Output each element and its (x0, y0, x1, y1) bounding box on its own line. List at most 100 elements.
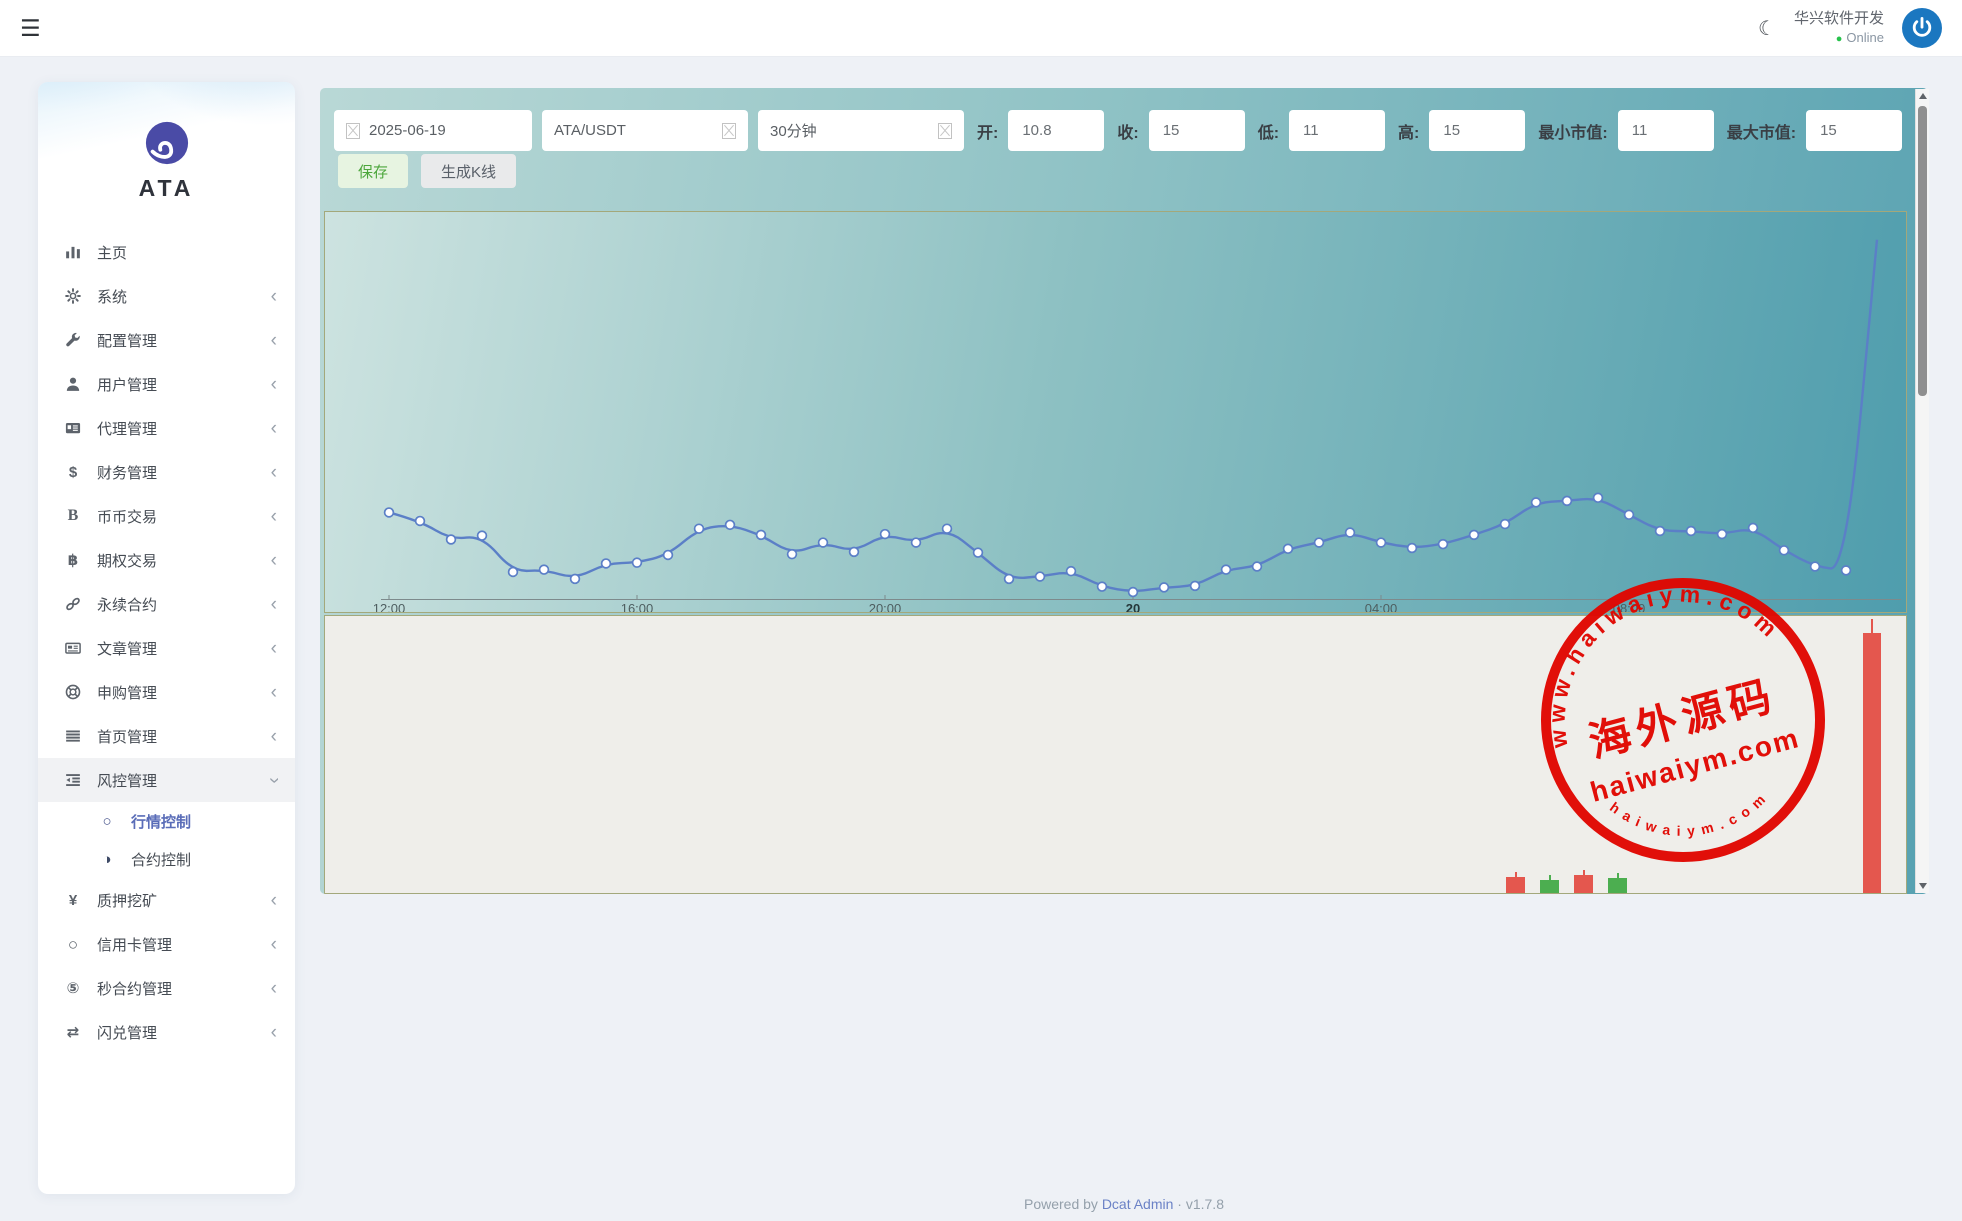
period-select[interactable]: 30分钟 (758, 110, 964, 151)
dropdown-icon (722, 123, 736, 139)
link-icon (62, 596, 84, 612)
sidebar-item-second-contract[interactable]: ⑤秒合约管理 (38, 966, 295, 1010)
pair-select[interactable]: ATA/USDT (542, 110, 748, 151)
high-field[interactable] (1429, 110, 1525, 151)
high-input[interactable] (1441, 121, 1513, 140)
open-field[interactable] (1008, 110, 1104, 151)
candle-wick (1515, 872, 1517, 893)
svg-text:04:00: 04:00 (1365, 601, 1398, 612)
sidebar-item-label: 闪兑管理 (97, 1022, 271, 1043)
sidebar-item-home[interactable]: 主页 (38, 230, 295, 274)
footer-powered-text: Powered by (1024, 1196, 1098, 1212)
sidebar-item-risk[interactable]: 风控管理 (38, 758, 295, 802)
sidebar-item-credit-card[interactable]: ○信用卡管理 (38, 922, 295, 966)
user-avatar[interactable] (1902, 8, 1942, 48)
sidebar-item-label: 财务管理 (97, 462, 271, 483)
user-status: ●Online (1794, 29, 1884, 47)
min-cap-label: 最小市值: (1538, 119, 1607, 143)
scroll-up-icon[interactable] (1916, 89, 1929, 103)
footer-version: · v1.7.8 (1177, 1196, 1224, 1212)
chevron-left-icon (271, 935, 277, 954)
close-input[interactable] (1161, 121, 1233, 140)
sidebar-item-label: 申购管理 (97, 682, 271, 703)
sidebar-item-label: 首页管理 (97, 726, 271, 747)
sidebar-item-flash-swap[interactable]: ⇄ 闪兑管理 (38, 1010, 295, 1054)
open-label: 开: (977, 119, 998, 143)
svg-text:12:00: 12:00 (373, 601, 406, 612)
circle-thin-icon: ○ (62, 936, 84, 953)
sidebar-item-config[interactable]: 配置管理 (38, 318, 295, 362)
sidebar-item-articles[interactable]: 文章管理 (38, 626, 295, 670)
close-field[interactable] (1149, 110, 1245, 151)
top-navbar: 华兴软件开发 ●Online (0, 0, 1962, 57)
min-cap-input[interactable] (1630, 121, 1702, 140)
bars-icon (62, 728, 84, 744)
scroll-down-icon[interactable] (1916, 879, 1929, 893)
close-label: 收: (1117, 119, 1138, 143)
five-icon: ⑤ (62, 981, 84, 996)
open-input[interactable] (1020, 121, 1092, 140)
user-icon (62, 376, 84, 392)
low-label: 低: (1258, 119, 1279, 143)
id-card-icon (62, 420, 84, 436)
bar-chart-icon (62, 244, 84, 260)
dcat-admin-link[interactable]: Dcat Admin (1102, 1196, 1174, 1212)
newspaper-icon (62, 640, 84, 656)
chevron-left-icon (271, 595, 277, 614)
chevron-left-icon (271, 727, 277, 746)
ata-logo (144, 120, 190, 166)
sidebar-item-label: 期权交易 (97, 550, 271, 571)
max-cap-input[interactable] (1818, 121, 1890, 140)
hamburger-menu-icon[interactable] (20, 17, 41, 40)
sidebar-item-finance[interactable]: $财务管理 (38, 450, 295, 494)
user-name: 华兴软件开发 (1794, 9, 1884, 29)
min-cap-field[interactable] (1618, 110, 1714, 151)
sidebar-item-staking[interactable]: ¥质押挖矿 (38, 878, 295, 922)
generate-kline-button[interactable]: 生成K线 (421, 154, 516, 188)
dark-mode-toggle-icon[interactable] (1758, 16, 1776, 41)
chevron-left-icon (271, 331, 277, 350)
chevron-left-icon (271, 979, 277, 998)
pair-value: ATA/USDT (554, 122, 626, 139)
sidebar-item-homepage[interactable]: 首页管理 (38, 714, 295, 758)
chevron-left-icon (271, 375, 277, 394)
chevron-left-icon (271, 419, 277, 438)
wrench-icon (62, 332, 84, 348)
low-field[interactable] (1289, 110, 1385, 151)
sidebar-item-perpetual[interactable]: 永续合约 (38, 582, 295, 626)
date-value: 2025-06-19 (369, 122, 446, 139)
svg-text:16:00: 16:00 (621, 601, 654, 612)
sidebar-subitem-contract-control[interactable]: ◑合约控制 (38, 840, 295, 878)
sidebar-item-system[interactable]: 系统 (38, 274, 295, 318)
max-cap-field[interactable] (1806, 110, 1902, 151)
sidebar-item-label: 用户管理 (97, 374, 271, 395)
sidebar-item-agents[interactable]: 代理管理 (38, 406, 295, 450)
yen-icon: ¥ (62, 893, 84, 908)
sidebar-item-users[interactable]: 用户管理 (38, 362, 295, 406)
ohlc-fields: 开:收:低:高:最小市值:最大市值: (974, 110, 1902, 151)
navbar-right: 华兴软件开发 ●Online (1758, 8, 1942, 48)
sidebar-item-spot-trade[interactable]: B币币交易 (38, 494, 295, 538)
chevron-left-icon (271, 287, 277, 306)
sidebar: ATA 主页系统配置管理用户管理代理管理$财务管理B币币交易฿期权交易永续合约文… (38, 82, 295, 1194)
kline-toolbar: 2025-06-19 ATA/USDT 30分钟 开:收:低:高:最小市值:最大… (334, 110, 1902, 151)
exchange-icon: ⇄ (62, 1025, 84, 1040)
life-ring-icon (62, 684, 84, 700)
low-input[interactable] (1301, 121, 1373, 140)
sidebar-item-subscription[interactable]: 申购管理 (38, 670, 295, 714)
candle-wick (1549, 875, 1551, 893)
sidebar-subitem-label: 行情控制 (131, 811, 277, 832)
vertical-scrollbar[interactable] (1915, 89, 1929, 893)
sidebar-subitem-market-control[interactable]: ○行情控制 (38, 802, 295, 840)
date-picker[interactable]: 2025-06-19 (334, 110, 532, 151)
svg-text:20: 20 (1126, 601, 1140, 612)
online-dot-icon: ● (1836, 33, 1843, 45)
candle-wick (1583, 870, 1585, 893)
save-button[interactable]: 保存 (338, 154, 408, 188)
brand-name: ATA (139, 175, 195, 202)
scrollbar-thumb[interactable] (1918, 106, 1927, 396)
chevron-left-icon (271, 1023, 277, 1042)
sidebar-item-options-trade[interactable]: ฿期权交易 (38, 538, 295, 582)
candlestick-chart (324, 615, 1907, 894)
user-info[interactable]: 华兴软件开发 ●Online (1794, 9, 1884, 47)
